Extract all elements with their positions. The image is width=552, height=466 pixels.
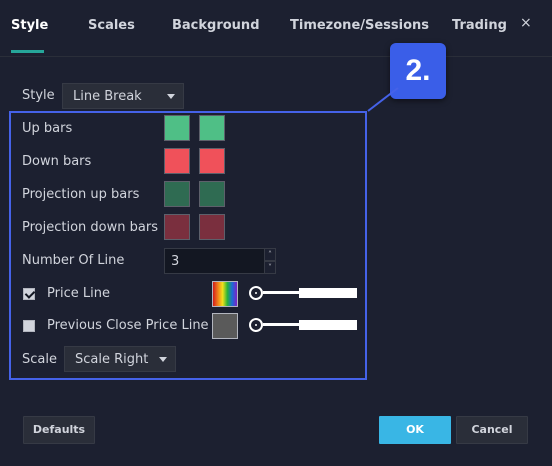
slider-fill — [299, 288, 357, 298]
slider-track — [263, 291, 299, 294]
down-bars-color-2[interactable] — [199, 148, 225, 174]
projection-down-bars-color-1[interactable] — [164, 214, 190, 240]
tab-trading[interactable]: Trading — [452, 18, 507, 33]
price-line-checkbox[interactable] — [23, 288, 35, 300]
chevron-up-icon[interactable]: ˄ — [264, 248, 276, 261]
number-of-line-input[interactable] — [164, 248, 266, 274]
down-bars-label: Down bars — [22, 154, 92, 169]
previous-close-label: Previous Close Price Line — [47, 318, 209, 333]
scale-select[interactable]: Scale Right — [64, 346, 176, 372]
up-bars-label: Up bars — [22, 121, 73, 136]
projection-up-bars-color-1[interactable] — [164, 181, 190, 207]
style-label: Style — [22, 88, 55, 103]
up-bars-color-2[interactable] — [199, 115, 225, 141]
tab-background[interactable]: Background — [172, 18, 260, 33]
previous-close-checkbox[interactable] — [23, 320, 35, 332]
price-line-label: Price Line — [47, 286, 110, 301]
previous-close-thickness-slider[interactable] — [249, 317, 357, 335]
cancel-button[interactable]: Cancel — [456, 416, 528, 444]
previous-close-color-swatch[interactable] — [212, 313, 238, 339]
tab-scales[interactable]: Scales — [88, 18, 135, 33]
slider-knob[interactable] — [249, 318, 263, 332]
slider-knob[interactable] — [249, 286, 263, 300]
close-icon[interactable]: × — [520, 15, 532, 31]
price-line-thickness-slider[interactable] — [249, 285, 357, 303]
tab-timezone-sessions[interactable]: Timezone/Sessions — [290, 18, 429, 33]
projection-up-bars-label: Projection up bars — [22, 187, 140, 202]
chevron-down-icon — [167, 94, 175, 99]
projection-down-bars-color-2[interactable] — [199, 214, 225, 240]
number-of-line-stepper[interactable]: ˄ ˅ — [264, 248, 276, 274]
scale-select-value: Scale Right — [75, 352, 149, 367]
scale-label: Scale — [22, 352, 57, 367]
slider-fill — [299, 320, 357, 330]
number-of-line-label: Number Of Line — [22, 253, 125, 268]
active-tab-indicator — [11, 50, 44, 53]
chevron-down-icon — [159, 357, 167, 362]
slider-track — [263, 323, 299, 326]
chevron-down-icon[interactable]: ˅ — [264, 261, 276, 274]
down-bars-color-1[interactable] — [164, 148, 190, 174]
defaults-button[interactable]: Defaults — [23, 416, 95, 444]
style-select-value: Line Break — [73, 89, 142, 104]
projection-down-bars-label: Projection down bars — [22, 220, 158, 235]
tab-bar: Style Scales Background Timezone/Session… — [0, 0, 552, 57]
ok-button[interactable]: OK — [379, 416, 451, 444]
up-bars-color-1[interactable] — [164, 115, 190, 141]
projection-up-bars-color-2[interactable] — [199, 181, 225, 207]
price-line-color-swatch[interactable] — [212, 281, 238, 307]
style-select[interactable]: Line Break — [62, 83, 184, 109]
tab-style[interactable]: Style — [11, 18, 48, 33]
